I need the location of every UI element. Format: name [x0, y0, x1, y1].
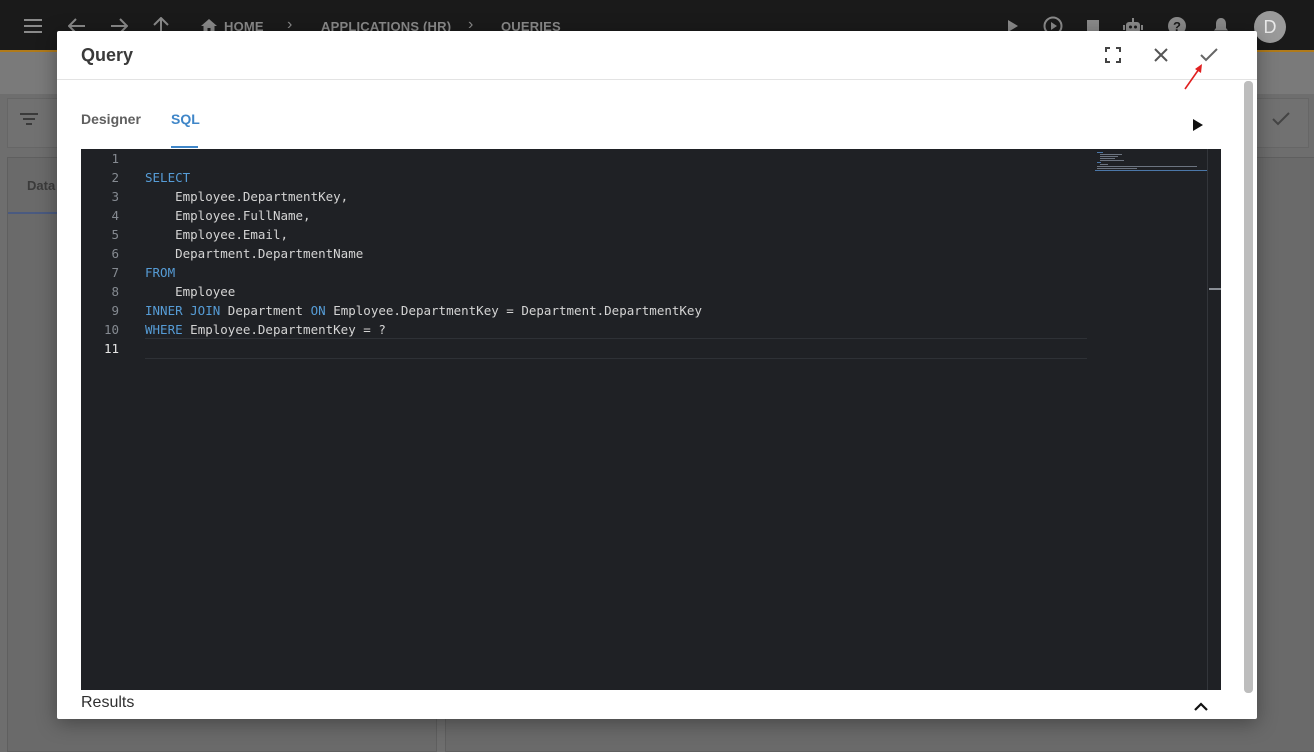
play-icon	[1193, 119, 1203, 131]
avatar[interactable]: D	[1254, 11, 1286, 43]
sql-identifier: Employee.DepartmentKey	[333, 303, 499, 318]
line-number: 7	[111, 265, 119, 280]
check-icon[interactable]	[1272, 110, 1290, 131]
dialog-scrollbar[interactable]	[1244, 81, 1253, 693]
line-number: 4	[111, 208, 119, 223]
line-number-active: 11	[103, 341, 119, 356]
minimap-line	[1097, 152, 1103, 153]
code-line: Employee.FullName,	[145, 206, 311, 225]
sql-keyword: WHERE	[145, 322, 183, 337]
line-number: 9	[111, 303, 119, 318]
menu-icon[interactable]	[22, 15, 44, 37]
chevron-up-icon	[1194, 702, 1208, 711]
query-dialog: Query Designer SQL 1 2 3 4 5 6 7 8 9 10 …	[57, 31, 1257, 719]
results-panel-header[interactable]: Results	[81, 691, 1221, 719]
check-icon	[1200, 48, 1218, 62]
code-line: SELECT	[145, 168, 190, 187]
close-button[interactable]	[1149, 43, 1173, 67]
tab-sql[interactable]: SQL	[171, 111, 200, 148]
minimap-line	[1100, 156, 1118, 157]
tab-active-indicator	[171, 146, 198, 148]
minimap-line	[1097, 168, 1137, 169]
sql-identifier: Department	[227, 303, 304, 318]
dialog-title: Query	[81, 45, 134, 65]
sql-identifier: Employee.Email,	[175, 227, 288, 242]
sql-editor[interactable]: 1 2 3 4 5 6 7 8 9 10 11 SELECT Employee.…	[81, 149, 1221, 690]
tab-data[interactable]: Data	[8, 160, 58, 214]
sql-identifier: Employee.FullName,	[175, 208, 311, 223]
sql-identifier: Department.DepartmentKey	[521, 303, 702, 318]
minimap-line	[1100, 154, 1122, 155]
code-line: Employee.DepartmentKey,	[145, 187, 348, 206]
close-icon	[1154, 48, 1168, 62]
tab-data-label: Data	[27, 178, 56, 193]
tab-designer[interactable]: Designer	[81, 111, 141, 147]
code-line: INNER JOIN Department ON Employee.Depart…	[145, 301, 702, 320]
run-query-button[interactable]	[1187, 115, 1207, 135]
tab-designer-label: Designer	[81, 111, 141, 127]
sql-identifier: Employee.DepartmentKey,	[175, 189, 349, 204]
line-number: 6	[111, 246, 119, 261]
scrollbar-thumb[interactable]	[1244, 81, 1253, 693]
code-line: WHERE Employee.DepartmentKey = ?	[145, 320, 386, 339]
line-number: 8	[111, 284, 119, 299]
fullscreen-icon	[1105, 47, 1121, 63]
tab-sql-label: SQL	[171, 111, 200, 127]
minimap-line	[1097, 166, 1197, 167]
sql-keyword: SELECT	[145, 170, 191, 185]
line-number: 3	[111, 189, 119, 204]
collapse-results-button[interactable]	[1191, 697, 1211, 717]
minimap-viewport	[1095, 170, 1207, 171]
sql-keyword: ON	[310, 303, 326, 318]
sql-identifier: Employee.DepartmentKey	[190, 322, 356, 337]
line-number: 10	[103, 322, 119, 337]
line-number: 2	[111, 170, 119, 185]
minimap[interactable]	[1095, 149, 1207, 179]
sql-identifier: Employee	[175, 284, 236, 299]
sql-keyword: INNER JOIN	[145, 303, 221, 318]
code-area[interactable]: SELECT Employee.DepartmentKey, Employee.…	[145, 149, 1155, 690]
minimap-line	[1097, 162, 1101, 163]
results-label: Results	[81, 694, 135, 711]
line-number: 1	[111, 151, 119, 166]
overview-ruler[interactable]	[1207, 149, 1221, 690]
sql-operator: =	[506, 303, 514, 318]
overview-ruler-mark	[1209, 288, 1221, 290]
code-line: FROM	[145, 263, 175, 282]
sql-identifier: Department.DepartmentName	[175, 246, 364, 261]
code-line: Department.DepartmentName	[145, 244, 363, 263]
dialog-header: Query	[57, 31, 1257, 80]
sql-keyword: FROM	[145, 265, 176, 280]
line-number: 5	[111, 227, 119, 242]
annotation-arrow-icon	[1184, 64, 1202, 90]
filter-icon[interactable]	[20, 112, 38, 130]
sql-operator: =	[363, 322, 371, 337]
line-number-gutter: 1 2 3 4 5 6 7 8 9 10 11	[81, 149, 121, 690]
code-line: Employee.Email,	[145, 225, 288, 244]
minimap-line	[1100, 160, 1124, 161]
minimap-line	[1100, 164, 1108, 165]
minimap-line	[1100, 158, 1115, 159]
fullscreen-button[interactable]	[1101, 43, 1125, 67]
code-line: Employee	[145, 282, 235, 301]
sql-parameter: ?	[378, 322, 386, 337]
